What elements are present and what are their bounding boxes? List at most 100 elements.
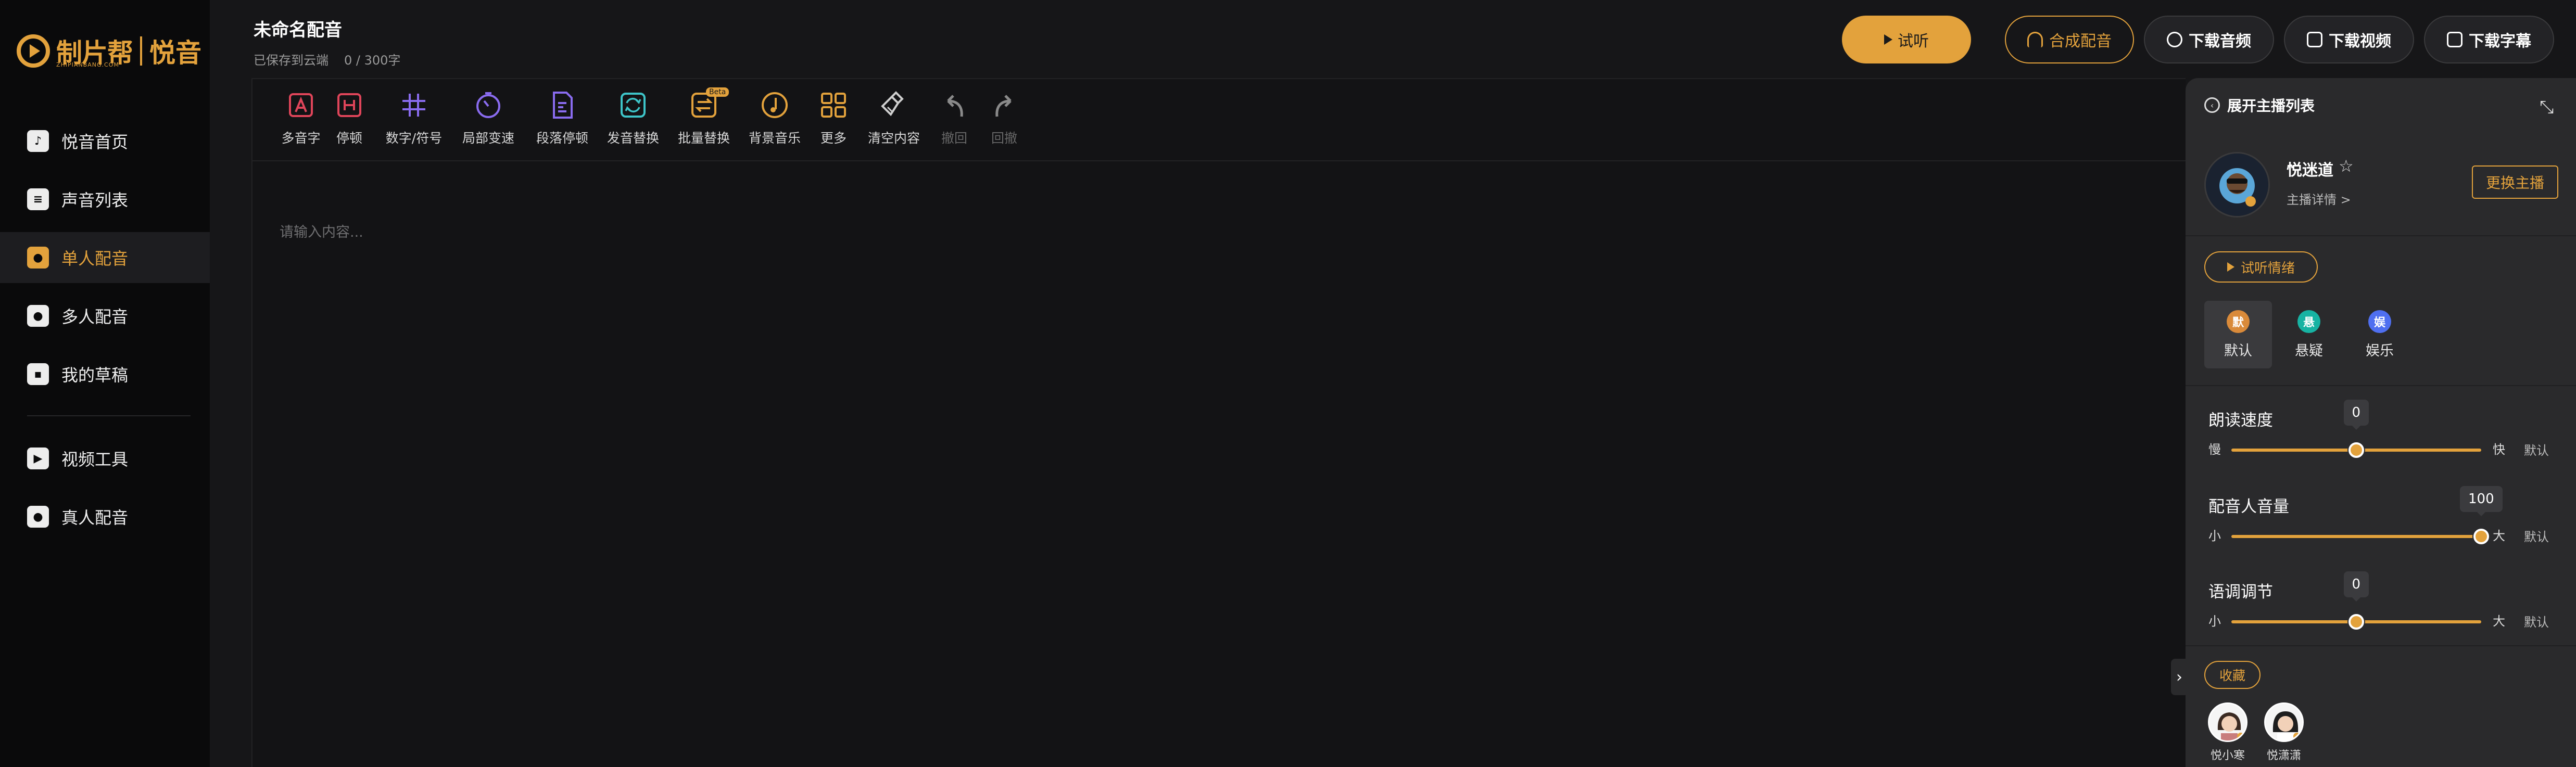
tool-label: 批量替换 [677, 131, 730, 146]
favorite-anchor-name: 悦潇潇 [2266, 749, 2301, 762]
anchor-detail-link[interactable]: 主播详情 > [2287, 189, 2351, 208]
expand-anchor-list-label: 展开主播列表 [2227, 97, 2315, 114]
save-status: 已保存到云端 [254, 53, 329, 68]
tool-clear[interactable]: 清空内容 [865, 90, 923, 152]
sidebar-item-real-dub[interactable]: ● 真人配音 [0, 491, 210, 542]
emotion-default[interactable]: 默 默认 [2204, 301, 2272, 368]
speed-slider-handle[interactable] [2348, 442, 2364, 458]
synthesize-label: 合成配音 [2049, 32, 2112, 50]
play-icon [2227, 262, 2234, 272]
tool-number-symbol[interactable]: 数字/符号 [383, 90, 445, 152]
music-note-icon: ♪ [27, 130, 49, 152]
tool-polyphone[interactable]: 多音字 [277, 90, 324, 152]
pitch-reset-button[interactable]: 默认 [2524, 612, 2549, 630]
download-audio-label: 下载音频 [2189, 32, 2251, 50]
multi-person-icon: ● [27, 305, 49, 327]
sidebar-item-label: 声音列表 [61, 190, 129, 210]
volume-max-label: 大 [2493, 529, 2505, 543]
tool-local-speed[interactable]: 局部变速 [460, 90, 517, 152]
undo-icon [939, 90, 970, 121]
real-person-icon: ● [27, 506, 49, 528]
tool-pronounce-replace[interactable]: 发音替换 [604, 90, 662, 152]
expand-anchor-list[interactable]: ‹ 展开主播列表 [2204, 95, 2315, 116]
sidebar-item-label: 视频工具 [61, 450, 129, 469]
brand-sub: ZHIPIANBANG.COM [56, 61, 119, 68]
tool-pause[interactable]: 停顿 [331, 90, 368, 152]
download-video-button[interactable]: 下载视频 [2284, 16, 2414, 63]
tool-label: 数字/符号 [385, 131, 443, 146]
tool-label: 局部变速 [462, 131, 514, 146]
volume-min-label: 小 [2208, 529, 2221, 543]
editor-toolbar: 多音字 停顿 数字/符号 局部变速 段落停顿 发音替换 Beta 批量替换 背景… [252, 79, 2187, 161]
sidebar-item-home[interactable]: ♪ 悦音首页 [0, 116, 210, 167]
download-subtitle-button[interactable]: 下载字幕 [2424, 16, 2554, 63]
chevron-right-icon: › [2176, 668, 2182, 686]
sidebar-item-label: 真人配音 [61, 508, 129, 528]
speed-icon [473, 90, 504, 121]
divider [2186, 385, 2576, 386]
favorite-anchor-name: 悦小寒 [2210, 749, 2245, 762]
favorite-star-icon[interactable]: ☆ [2339, 156, 2354, 176]
sidebar-item-voice-list[interactable]: ≡ 声音列表 [0, 174, 210, 225]
favorites-button[interactable]: 收藏 [2204, 661, 2261, 689]
pitch-max-label: 大 [2493, 614, 2505, 629]
tool-label: 背景音乐 [748, 131, 801, 146]
tool-label: 更多 [820, 131, 847, 146]
sidebar-item-multi-dub[interactable]: ● 多人配音 [0, 290, 210, 341]
tool-label: 清空内容 [867, 131, 920, 146]
product-name: 悦音 [149, 38, 201, 68]
favorite-anchor[interactable]: 悦小寒 [2204, 702, 2251, 763]
anchor-avatar[interactable] [2204, 152, 2270, 218]
single-person-icon: ● [27, 247, 49, 269]
download-audio-button[interactable]: 下载音频 [2144, 16, 2274, 63]
preview-listen-label: 试听 [1898, 32, 1929, 50]
broom-icon [878, 90, 910, 121]
text-editor-input[interactable]: 请输入内容... [280, 221, 363, 241]
preview-emotion-button[interactable]: 试听情绪 [2204, 251, 2318, 283]
download-subtitle-label: 下载字幕 [2469, 32, 2531, 50]
emotion-suspense[interactable]: 悬 悬疑 [2275, 301, 2343, 368]
beta-badge: Beta [706, 87, 729, 97]
tool-paragraph-pause[interactable]: 段落停顿 [534, 90, 591, 152]
document-title[interactable]: 未命名配音 [254, 16, 342, 41]
video-icon [2307, 32, 2322, 47]
favorite-anchor[interactable]: 悦潇潇 [2261, 702, 2307, 763]
emotion-label: 默认 [2224, 342, 2252, 359]
volume-slider-handle[interactable] [2473, 529, 2489, 544]
bg-music-icon [759, 90, 790, 121]
char-count: 0 / 300字 [344, 53, 401, 68]
sidebar-item-drafts[interactable]: ▪ 我的草稿 [0, 349, 210, 400]
tool-batch-replace[interactable]: Beta 批量替换 [675, 87, 733, 152]
divider [2186, 235, 2576, 236]
tool-undo[interactable]: 撤回 [936, 90, 973, 152]
sidebar-item-label: 多人配音 [61, 307, 129, 327]
polyphone-icon [285, 90, 317, 121]
tool-redo[interactable]: 回撤 [986, 90, 1023, 152]
emotion-entertainment[interactable]: 娱 娱乐 [2346, 301, 2414, 368]
tool-bg-music[interactable]: 背景音乐 [746, 90, 803, 152]
sidebar-item-video-tools[interactable]: ▶ 视频工具 [0, 433, 210, 484]
sidebar-item-single-dub[interactable]: ● 单人配音 [0, 232, 210, 283]
emotion-label: 悬疑 [2295, 342, 2323, 359]
synthesize-button[interactable]: 合成配音 [2005, 16, 2134, 63]
divider [2186, 645, 2576, 646]
pitch-value-tooltip: 0 [2343, 571, 2369, 602]
collapse-panel-icon[interactable]: ⤡ [2540, 97, 2554, 118]
tool-more[interactable]: 更多 [815, 90, 852, 152]
hash-icon [398, 90, 430, 121]
preview-listen-button[interactable]: 试听 [1842, 16, 1971, 63]
pitch-slider-title: 语调调节 [2208, 583, 2273, 602]
pitch-slider-handle[interactable] [2348, 614, 2364, 630]
tool-label: 回撤 [991, 131, 1017, 146]
volume-slider-track[interactable] [2231, 535, 2481, 538]
change-anchor-button[interactable]: 更换主播 [2472, 165, 2558, 199]
voice-settings-panel: ‹ 展开主播列表 ⤡ 悦迷道 ☆ 主播详情 > 更换主播 试听情绪 默 默认 悬… [2186, 78, 2576, 767]
pitch-min-label: 小 [2208, 614, 2221, 629]
speed-reset-button[interactable]: 默认 [2524, 440, 2549, 458]
volume-reset-button[interactable]: 默认 [2524, 527, 2549, 545]
redo-icon [989, 90, 1020, 121]
brand-logo[interactable]: 制片帮 ZHIPIANBANG.COM 悦音 [17, 31, 201, 71]
tool-label: 停顿 [336, 131, 362, 146]
header: 未命名配音 已保存到云端 0 / 300字 试听 合成配音 下载音频 下载视频 … [210, 0, 2576, 78]
speed-value-tooltip: 0 [2343, 400, 2369, 430]
